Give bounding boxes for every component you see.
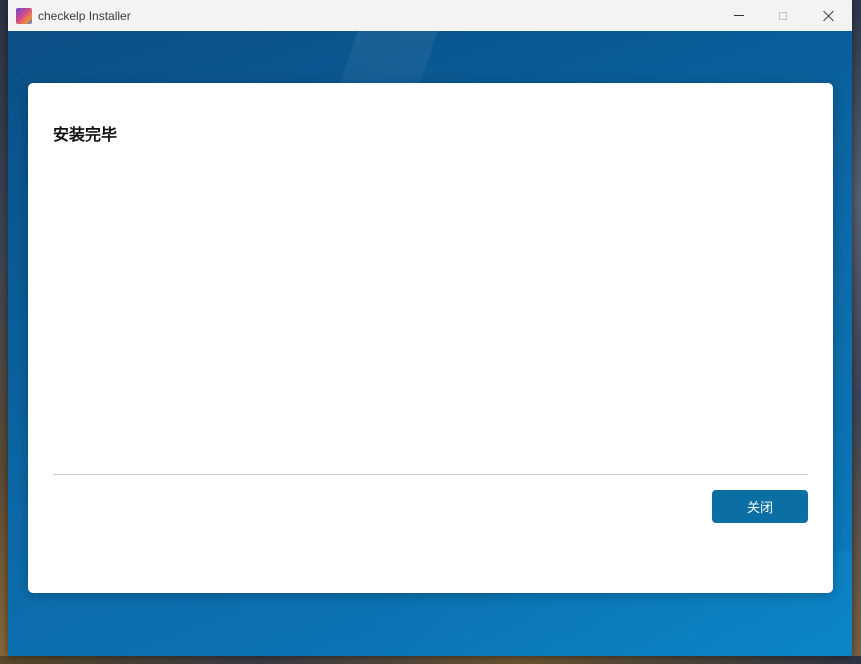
desktop-background-right bbox=[852, 0, 861, 664]
window-title: checkelp Installer bbox=[38, 9, 131, 23]
installer-background: 安装完毕 关闭 bbox=[8, 31, 852, 656]
title-bar[interactable]: checkelp Installer bbox=[8, 0, 852, 31]
close-window-button[interactable] bbox=[806, 0, 852, 31]
app-icon bbox=[16, 8, 32, 24]
minimize-button[interactable] bbox=[716, 0, 762, 31]
page-title: 安装完毕 bbox=[53, 125, 118, 144]
desktop-background-bottom bbox=[0, 656, 861, 664]
divider bbox=[53, 474, 808, 475]
installer-window: checkelp Installer 安装完毕 关闭 bbox=[8, 0, 852, 656]
close-button[interactable]: 关闭 bbox=[712, 490, 808, 523]
maximize-button[interactable] bbox=[760, 0, 806, 31]
close-icon bbox=[823, 10, 835, 22]
minimize-icon bbox=[734, 15, 744, 16]
desktop-background-left bbox=[0, 0, 8, 664]
maximize-icon bbox=[779, 11, 787, 20]
installation-card: 安装完毕 关闭 bbox=[28, 83, 833, 593]
